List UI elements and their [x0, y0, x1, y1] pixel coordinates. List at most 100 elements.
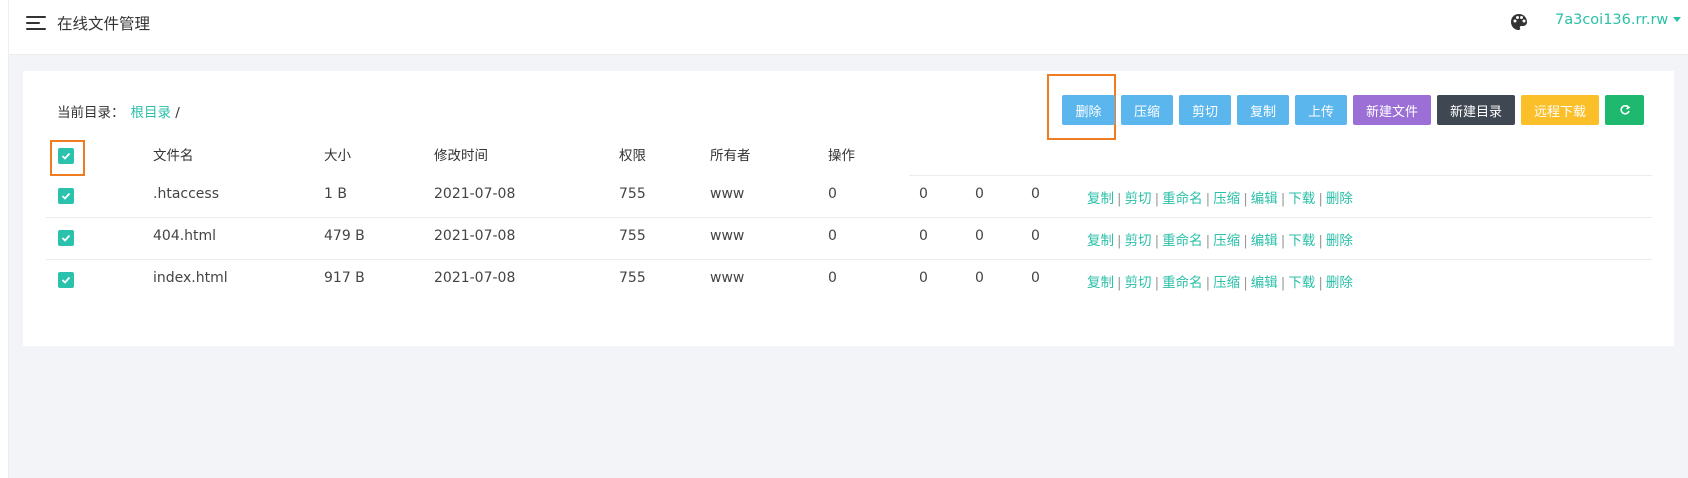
row-rename-link[interactable]: 重命名 [1162, 233, 1203, 249]
action-separator: | [1154, 233, 1160, 249]
row-edit-link[interactable]: 编辑 [1251, 191, 1278, 207]
new-directory-button[interactable]: 新建目录 [1437, 95, 1515, 125]
breadcrumb: 当前目录： 根目录 / [57, 101, 180, 121]
row-copy-link[interactable]: 复制 [1087, 233, 1114, 249]
action-separator: | [1117, 275, 1122, 291]
file-size: 1 B [324, 186, 347, 202]
action-separator: | [1280, 191, 1286, 207]
file-modified: 2021-07-08 [434, 186, 516, 202]
check-icon [61, 192, 71, 200]
row-download-link[interactable]: 下载 [1288, 275, 1315, 291]
file-value: 0 [919, 228, 928, 244]
row-delete-link[interactable]: 删除 [1326, 233, 1353, 249]
file-owner: www [710, 186, 745, 202]
column-header-modified: 修改时间 [434, 148, 488, 164]
row-cut-link[interactable]: 剪切 [1125, 275, 1152, 291]
row-checkbox[interactable] [58, 230, 74, 246]
file-value: 0 [1031, 186, 1040, 202]
file-name[interactable]: index.html [153, 270, 228, 286]
file-value: 0 [828, 186, 837, 202]
action-separator: | [1117, 191, 1122, 207]
file-size: 479 B [324, 228, 365, 244]
action-separator: | [1154, 275, 1160, 291]
delete-button[interactable]: 删除 [1062, 95, 1115, 125]
cut-button[interactable]: 剪切 [1179, 95, 1231, 125]
file-permission: 755 [619, 186, 646, 202]
refresh-icon [1619, 104, 1630, 115]
user-menu[interactable]: 7a3coi136.rr.rw [1555, 12, 1682, 28]
row-rename-link[interactable]: 重命名 [1162, 191, 1203, 207]
breadcrumb-root-link[interactable]: 根目录 [131, 105, 172, 121]
user-name: 7a3coi136.rr.rw [1555, 12, 1669, 28]
row-checkbox[interactable] [58, 272, 74, 288]
file-value: 0 [919, 270, 928, 286]
action-separator: | [1318, 275, 1323, 291]
file-value: 0 [975, 186, 984, 202]
action-separator: | [1243, 275, 1248, 291]
file-value: 0 [828, 228, 837, 244]
file-value: 0 [919, 186, 928, 202]
row-edit-link[interactable]: 编辑 [1251, 275, 1278, 291]
left-sidebar-strip [0, 0, 9, 478]
file-manager-card: 当前目录： 根目录 / 删除 压缩 剪切 复制 上传 新建文件 新建目录 远程下载… [23, 71, 1674, 346]
row-actions: 复制 | 剪切 | 重命名 | 压缩 | 编辑 | 下载 | 删除 [1087, 229, 1353, 249]
row-compress-link[interactable]: 压缩 [1213, 191, 1240, 207]
row-edit-link[interactable]: 编辑 [1251, 233, 1278, 249]
file-value: 0 [1031, 270, 1040, 286]
row-delete-link[interactable]: 删除 [1326, 191, 1353, 207]
file-name[interactable]: .htaccess [153, 186, 219, 202]
copy-button[interactable]: 复制 [1237, 95, 1289, 125]
row-actions: 复制 | 剪切 | 重命名 | 压缩 | 编辑 | 下载 | 删除 [1087, 271, 1353, 291]
action-separator: | [1154, 191, 1160, 207]
remote-download-button[interactable]: 远程下载 [1521, 95, 1599, 125]
compress-button[interactable]: 压缩 [1121, 95, 1173, 125]
row-actions: 复制 | 剪切 | 重命名 | 压缩 | 编辑 | 下载 | 删除 [1087, 187, 1353, 207]
row-download-link[interactable]: 下载 [1288, 233, 1315, 249]
row-divider [46, 217, 1652, 218]
row-compress-link[interactable]: 压缩 [1213, 275, 1240, 291]
row-copy-link[interactable]: 复制 [1087, 191, 1114, 207]
app-title: 在线文件管理 [57, 15, 151, 33]
file-owner: www [710, 228, 745, 244]
action-separator: | [1318, 191, 1323, 207]
action-separator: | [1205, 275, 1211, 291]
row-divider [46, 259, 1652, 260]
file-owner: www [710, 270, 745, 286]
row-rename-link[interactable]: 重命名 [1162, 275, 1203, 291]
row-cut-link[interactable]: 剪切 [1125, 191, 1152, 207]
action-separator: | [1243, 233, 1248, 249]
action-separator: | [1243, 191, 1248, 207]
column-header-permission: 权限 [619, 148, 646, 164]
caret-down-icon [1673, 17, 1682, 22]
select-all-checkbox[interactable] [58, 148, 74, 164]
file-value: 0 [1031, 228, 1040, 244]
row-compress-link[interactable]: 压缩 [1213, 233, 1240, 249]
file-name[interactable]: 404.html [153, 228, 216, 244]
row-delete-link[interactable]: 删除 [1326, 275, 1353, 291]
row-cut-link[interactable]: 剪切 [1125, 233, 1152, 249]
action-separator: | [1205, 233, 1211, 249]
breadcrumb-label: 当前目录： [57, 105, 125, 121]
file-value: 0 [828, 270, 837, 286]
new-file-button[interactable]: 新建文件 [1353, 95, 1431, 125]
menu-icon[interactable] [26, 15, 46, 31]
column-header-name: 文件名 [153, 148, 194, 164]
check-icon [61, 152, 71, 160]
file-value: 0 [975, 228, 984, 244]
action-separator: | [1280, 233, 1286, 249]
row-download-link[interactable]: 下载 [1288, 191, 1315, 207]
column-header-owner: 所有者 [710, 148, 751, 164]
row-copy-link[interactable]: 复制 [1087, 275, 1114, 291]
header-divider [909, 175, 1652, 176]
file-modified: 2021-07-08 [434, 228, 516, 244]
column-header-actions: 操作 [828, 148, 855, 164]
refresh-button[interactable] [1605, 95, 1644, 125]
action-separator: | [1318, 233, 1323, 249]
action-separator: | [1117, 233, 1122, 249]
file-value: 0 [975, 270, 984, 286]
row-checkbox[interactable] [58, 188, 74, 204]
column-header-size: 大小 [324, 148, 351, 164]
upload-button[interactable]: 上传 [1295, 95, 1347, 125]
action-separator: | [1205, 191, 1211, 207]
palette-icon[interactable] [1509, 12, 1529, 32]
